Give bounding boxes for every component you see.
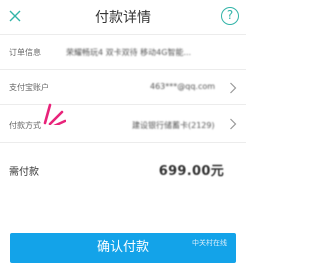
amount-due-label: 需付款 — [9, 167, 39, 178]
alipay-account-row[interactable]: 支付宝账户 463***@qq.com — [0, 70, 246, 105]
order-info-row: 订单信息 荣耀畅玩4 双卡双待 移动4G智能... — [0, 35, 246, 70]
chevron-right-icon — [230, 82, 237, 94]
watermark: 中关村在线 — [192, 239, 227, 247]
order-info-label: 订单信息 — [9, 48, 41, 57]
order-info-value: 荣耀畅玩4 双卡双待 移动4G智能... — [66, 48, 192, 57]
alipay-account-value: 463***@qq.com — [150, 82, 216, 91]
header-bar: 付款详情 ? — [0, 0, 246, 35]
amount-due-value: 699.00元 — [158, 164, 224, 179]
page-title: 付款详情 — [95, 10, 151, 26]
highlight-marks-icon — [43, 103, 66, 125]
alipay-account-label: 支付宝账户 — [9, 83, 49, 92]
payment-method-value: 建设银行储蓄卡(2129) — [132, 121, 215, 130]
help-icon[interactable]: ? — [221, 7, 239, 25]
chevron-right-icon — [230, 118, 237, 130]
